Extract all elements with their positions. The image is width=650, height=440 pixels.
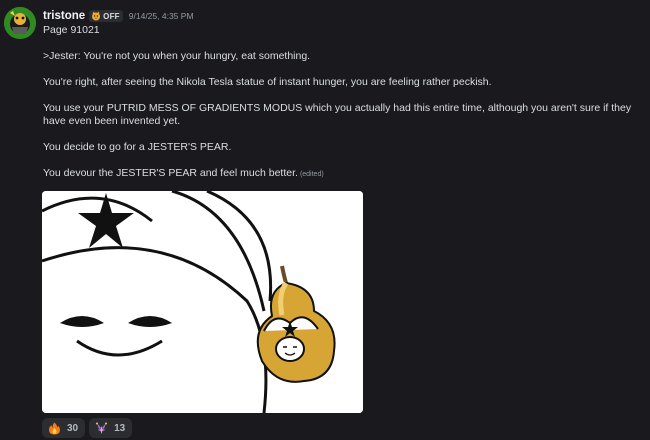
message-line-page: Page 91021 bbox=[43, 24, 100, 36]
image-attachment[interactable] bbox=[42, 191, 363, 413]
username[interactable]: tristone bbox=[43, 10, 85, 22]
reaction-count: 30 bbox=[67, 422, 79, 434]
message-header: tristone OFF 9/14/25, 4:35 PM bbox=[43, 8, 194, 24]
cat-face-icon bbox=[91, 11, 101, 21]
reaction-fire[interactable]: 30 bbox=[42, 418, 86, 438]
pear-jester-image bbox=[42, 191, 363, 413]
edited-label: (edited) bbox=[299, 171, 324, 178]
chat-message: tristone OFF 9/14/25, 4:35 PM Page 91021… bbox=[0, 0, 650, 440]
reactions-bar: 30 13 bbox=[42, 418, 133, 438]
message-content: Page 91021 >Jester: You're not you when … bbox=[43, 24, 645, 181]
jester-sparkle-emoji-icon bbox=[95, 422, 108, 435]
message-line-modus: You use your PUTRID MESS OF GRADIENTS MO… bbox=[43, 102, 632, 127]
message-line-command: >Jester: You're not you when your hungry… bbox=[43, 50, 311, 62]
server-tag-label: OFF bbox=[103, 11, 120, 21]
reaction-jester-sparkle[interactable]: 13 bbox=[89, 418, 133, 438]
fire-emoji-icon bbox=[48, 422, 61, 435]
reaction-count: 13 bbox=[114, 422, 126, 434]
message-line-narration: You're right, after seeing the Nikola Te… bbox=[43, 76, 492, 88]
message-line-result: You devour the JESTER'S PEAR and feel mu… bbox=[43, 167, 645, 181]
server-tag-badge[interactable]: OFF bbox=[89, 10, 123, 22]
message-line-decision: You decide to go for a JESTER'S PEAR. bbox=[43, 141, 232, 153]
message-line-result-text: You devour the JESTER'S PEAR and feel mu… bbox=[43, 167, 298, 179]
message-timestamp[interactable]: 9/14/25, 4:35 PM bbox=[129, 11, 194, 21]
user-avatar[interactable] bbox=[4, 7, 36, 39]
